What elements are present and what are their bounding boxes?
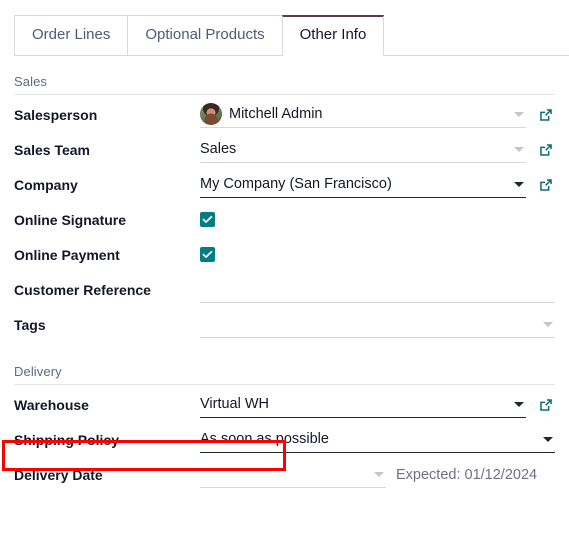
field-delivery-date: Expected: 01/12/2024 xyxy=(200,457,555,492)
tab-other-info[interactable]: Other Info xyxy=(281,15,385,56)
label-customer-reference: Customer Reference xyxy=(14,281,151,298)
field-row-customer-reference: Customer Reference xyxy=(14,272,555,307)
tab-order-lines-label: Order Lines xyxy=(32,26,111,43)
delivery-date-expected-text: Expected: 01/12/2024 xyxy=(396,466,538,483)
online-signature-checkbox[interactable] xyxy=(200,211,215,227)
label-delivery-date: Delivery Date xyxy=(14,466,103,483)
sales-team-input-wrapper[interactable]: Sales xyxy=(200,136,526,163)
chevron-down-icon[interactable] xyxy=(514,181,524,187)
warehouse-input-wrapper[interactable]: Virtual WH xyxy=(200,391,526,418)
online-payment-checkbox[interactable] xyxy=(200,246,215,262)
field-online-payment xyxy=(200,237,555,272)
label-warehouse: Warehouse xyxy=(14,396,89,413)
delivery-date-input-wrapper[interactable] xyxy=(200,461,386,488)
field-warehouse: Virtual WH xyxy=(200,387,555,422)
notebook-tab-bar: Order Lines Optional Products Other Info xyxy=(0,0,569,56)
field-row-salesperson: Salesperson Mitchell Admin xyxy=(14,97,555,132)
label-online-signature: Online Signature xyxy=(14,211,127,228)
company-value: My Company (San Francisco) xyxy=(200,176,392,192)
chevron-down-icon[interactable] xyxy=(514,146,524,152)
salesperson-input-wrapper[interactable]: Mitchell Admin xyxy=(200,101,526,128)
label-company: Company xyxy=(14,176,78,193)
field-row-online-payment: Online Payment xyxy=(14,237,555,272)
sales-team-value: Sales xyxy=(200,141,237,157)
shipping-policy-input-wrapper[interactable]: As soon as possible xyxy=(200,426,555,453)
field-row-warehouse: Warehouse Virtual WH xyxy=(14,387,555,422)
external-link-icon[interactable] xyxy=(537,176,555,194)
field-customer-reference xyxy=(200,272,555,307)
avatar xyxy=(200,103,222,125)
online-signature-control xyxy=(200,206,555,233)
field-shipping-policy: As soon as possible xyxy=(200,422,555,457)
label-tags: Tags xyxy=(14,316,46,333)
tags-input-wrapper[interactable] xyxy=(200,311,555,338)
field-salesperson: Mitchell Admin xyxy=(200,97,555,132)
external-link-icon[interactable] xyxy=(537,396,555,414)
external-link-icon[interactable] xyxy=(537,141,555,159)
field-row-tags: Tags xyxy=(14,307,555,342)
chevron-down-icon[interactable] xyxy=(374,471,384,477)
field-row-delivery-date: Delivery Date Expected: 01/12/2024 xyxy=(14,457,555,492)
warehouse-value: Virtual WH xyxy=(200,396,270,412)
external-link-icon[interactable] xyxy=(537,106,555,124)
section-title-delivery: Delivery xyxy=(14,342,555,385)
salesperson-value: Mitchell Admin xyxy=(229,106,323,122)
tab-bar-filler xyxy=(383,54,569,56)
chevron-down-icon[interactable] xyxy=(543,436,553,442)
section-title-sales: Sales xyxy=(14,56,555,95)
field-row-company: Company My Company (San Francisco) xyxy=(14,167,555,202)
chevron-down-icon[interactable] xyxy=(543,321,553,327)
field-company: My Company (San Francisco) xyxy=(200,167,555,202)
tab-other-info-label: Other Info xyxy=(299,26,367,43)
tab-order-lines[interactable]: Order Lines xyxy=(14,15,129,56)
label-sales-team: Sales Team xyxy=(14,141,91,158)
field-tags xyxy=(200,307,555,342)
tab-optional-products-label: Optional Products xyxy=(145,26,265,43)
field-row-shipping-policy: Shipping Policy As soon as possible xyxy=(14,422,555,457)
label-shipping-policy: Shipping Policy xyxy=(14,431,120,448)
tab-optional-products[interactable]: Optional Products xyxy=(127,15,283,56)
field-online-signature xyxy=(200,202,555,237)
other-info-form: Sales Salesperson Mitchell Admin Sales T… xyxy=(0,56,569,492)
chevron-down-icon[interactable] xyxy=(514,401,524,407)
label-salesperson: Salesperson xyxy=(14,106,98,123)
field-row-sales-team: Sales Team Sales xyxy=(14,132,555,167)
field-row-online-signature: Online Signature xyxy=(14,202,555,237)
online-payment-control xyxy=(200,241,555,268)
field-sales-team: Sales xyxy=(200,132,555,167)
company-input-wrapper[interactable]: My Company (San Francisco) xyxy=(200,171,526,198)
label-online-payment: Online Payment xyxy=(14,246,120,263)
shipping-policy-value: As soon as possible xyxy=(200,431,329,447)
customer-reference-input-wrapper[interactable] xyxy=(200,276,555,303)
chevron-down-icon[interactable] xyxy=(514,111,524,117)
